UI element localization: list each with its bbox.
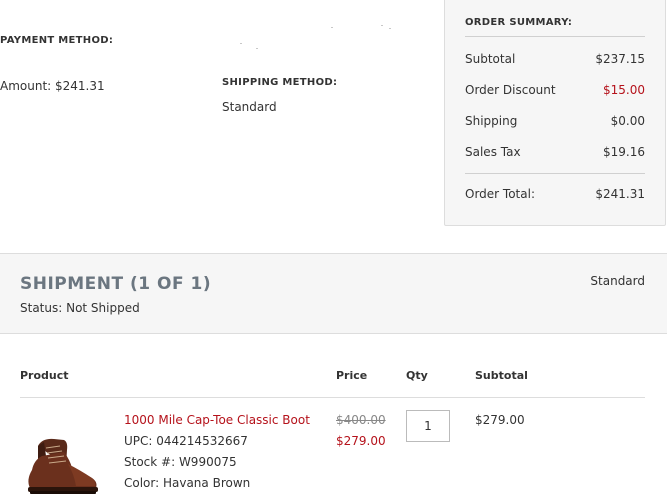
quantity-input[interactable]: [406, 410, 450, 442]
order-total-label: Order Total:: [465, 187, 535, 201]
original-price: $400.00: [336, 413, 386, 427]
summary-value: $15.00: [603, 83, 645, 97]
order-total-value: $241.31: [595, 187, 645, 201]
summary-value: $19.16: [603, 145, 645, 159]
summary-label: Subtotal: [465, 52, 516, 66]
payment-method-label: PAYMENT METHOD:: [0, 35, 114, 46]
divider: [20, 397, 645, 398]
product-image[interactable]: [20, 430, 100, 498]
product-stock-number: Stock #: W990075: [124, 455, 237, 469]
column-header-price: Price: [336, 369, 368, 382]
product-upc: UPC: 044214532667: [124, 434, 248, 448]
shipment-title: SHIPMENT (1 OF 1): [20, 274, 212, 294]
column-header-qty: Qty: [406, 369, 428, 382]
divider: [465, 173, 645, 174]
summary-row-shipping: Shipping $0.00: [465, 114, 645, 128]
summary-label: Order Discount: [465, 83, 556, 97]
column-header-subtotal: Subtotal: [475, 369, 528, 382]
artifact: [389, 28, 391, 29]
artifact: [256, 48, 258, 49]
product-name-link[interactable]: 1000 Mile Cap-Toe Classic Boot: [124, 413, 310, 427]
summary-row-subtotal: Subtotal $237.15: [465, 52, 645, 66]
payment-amount: Amount: $241.31: [0, 79, 105, 93]
summary-row-discount: Order Discount $15.00: [465, 83, 645, 97]
sale-price: $279.00: [336, 434, 386, 448]
shipping-method-label: SHIPPING METHOD:: [222, 77, 338, 88]
shipping-method-value: Standard: [222, 100, 277, 114]
shipment-status: Status: Not Shipped: [20, 301, 140, 315]
order-summary-title: ORDER SUMMARY:: [465, 17, 573, 28]
summary-value: $237.15: [595, 52, 645, 66]
summary-label: Shipping: [465, 114, 518, 128]
summary-row-total: Order Total: $241.31: [465, 187, 645, 201]
summary-value: $0.00: [610, 114, 645, 128]
order-summary-panel: ORDER SUMMARY: Subtotal $237.15 Order Di…: [444, 0, 666, 226]
line-subtotal: $279.00: [475, 413, 525, 427]
summary-row-sales-tax: Sales Tax $19.16: [465, 145, 645, 159]
shipment-method: Standard: [590, 274, 645, 288]
divider: [465, 36, 645, 37]
artifact: [331, 27, 333, 28]
column-header-product: Product: [20, 369, 69, 382]
product-color: Color: Havana Brown: [124, 476, 251, 490]
artifact: [240, 43, 242, 44]
shipment-header: SHIPMENT (1 OF 1) Status: Not Shipped St…: [0, 253, 667, 334]
summary-label: Sales Tax: [465, 145, 521, 159]
artifact: [381, 25, 383, 26]
